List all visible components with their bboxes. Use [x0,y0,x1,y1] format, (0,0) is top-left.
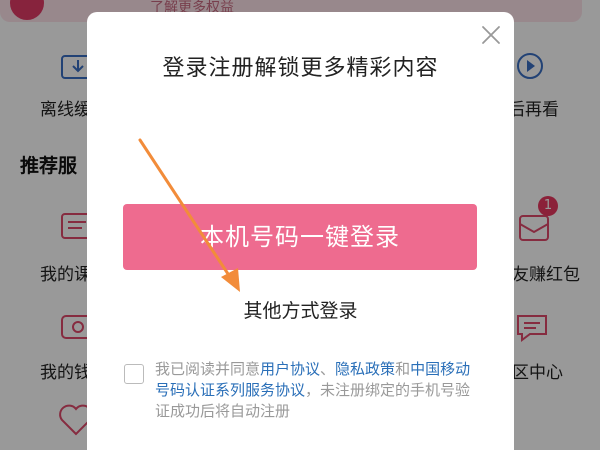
annotation-arrow-icon [138,138,240,292]
